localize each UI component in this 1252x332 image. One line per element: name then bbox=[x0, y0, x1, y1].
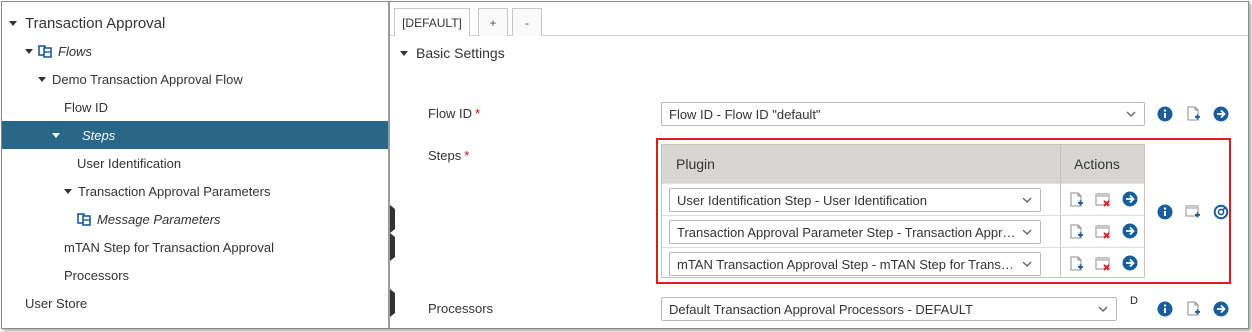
new-item-icon[interactable] bbox=[1185, 106, 1201, 122]
field-label-text: Processors bbox=[428, 301, 494, 316]
tree-item-flow-id[interactable]: Flow ID bbox=[2, 93, 388, 121]
table-row: User Identification Step - User Identifi… bbox=[662, 183, 1144, 215]
tree-item-demo-flow[interactable]: Demo Transaction Approval Flow bbox=[2, 65, 388, 93]
tree-item-label: Steps bbox=[82, 127, 116, 143]
tree-item-label: User Identification bbox=[77, 155, 182, 171]
navigate-arrow-icon[interactable] bbox=[1122, 223, 1138, 239]
select-value: User Identification Step - User Identifi… bbox=[677, 192, 928, 208]
tab-default[interactable]: [DEFAULT] bbox=[394, 8, 470, 36]
plus-icon: + bbox=[489, 15, 497, 30]
new-item-icon[interactable] bbox=[1068, 224, 1084, 240]
navigate-arrow-icon[interactable] bbox=[1122, 191, 1138, 207]
tree-item-transaction-approval[interactable]: Transaction Approval bbox=[2, 9, 388, 37]
tree-item-message-parameters[interactable]: Message Parameters bbox=[2, 205, 395, 233]
delete-icon[interactable] bbox=[1095, 224, 1111, 240]
processors-label: Processors bbox=[428, 301, 493, 316]
tree-item-mtan-step[interactable]: mTAN Step for Transaction Approval bbox=[2, 233, 395, 261]
expand-icon[interactable] bbox=[9, 20, 17, 26]
flow-folder-icon bbox=[77, 212, 91, 226]
default-indicator: D bbox=[1130, 295, 1138, 307]
select-value: Flow ID - Flow ID "default" bbox=[669, 106, 821, 122]
required-mark: * bbox=[464, 148, 470, 163]
field-label-text: Steps bbox=[428, 148, 462, 163]
table-header: Plugin Actions bbox=[662, 145, 1144, 183]
flow-folder-icon bbox=[38, 44, 52, 58]
steps-plugin-table: Plugin Actions User Identification Step … bbox=[661, 144, 1145, 278]
expand-icon[interactable] bbox=[52, 132, 60, 138]
tree-item-flows[interactable]: Flows bbox=[2, 37, 388, 65]
processors-select[interactable]: Default Transaction Approval Processors … bbox=[661, 297, 1117, 321]
tree-item-label: User Store bbox=[25, 295, 88, 311]
expand-icon[interactable] bbox=[38, 76, 46, 82]
add-tab-button[interactable]: + bbox=[478, 8, 508, 36]
tree-item-label: Demo Transaction Approval Flow bbox=[52, 71, 243, 87]
tree-item-label: Processors bbox=[64, 267, 130, 283]
info-icon[interactable] bbox=[1157, 106, 1173, 122]
tab-bar: [DEFAULT] + - bbox=[390, 2, 1248, 36]
tree-item-label: Transaction Approval Parameters bbox=[78, 183, 271, 199]
chevron-down-icon bbox=[1022, 228, 1032, 238]
select-value: Transaction Approval Parameter Step - Tr… bbox=[677, 224, 1040, 240]
new-item-icon[interactable] bbox=[1068, 192, 1084, 208]
column-header-actions: Actions bbox=[1074, 156, 1120, 172]
plugin-select[interactable]: User Identification Step - User Identifi… bbox=[669, 188, 1041, 212]
chevron-down-icon bbox=[1098, 305, 1108, 315]
reset-icon[interactable] bbox=[1213, 204, 1229, 220]
delete-icon[interactable] bbox=[1095, 256, 1111, 272]
settings-panel: [DEFAULT] + - Basic Settings Flow ID * Fl… bbox=[390, 2, 1248, 328]
plugin-select[interactable]: Transaction Approval Parameter Step - Tr… bbox=[669, 220, 1041, 244]
select-value: mTAN Transaction Approval Step - mTAN St… bbox=[677, 256, 1040, 272]
expand-icon[interactable] bbox=[400, 50, 408, 56]
field-label-text: Flow ID bbox=[428, 106, 473, 121]
new-item-icon[interactable] bbox=[1068, 256, 1084, 272]
tree-item-label: Message Parameters bbox=[97, 211, 221, 227]
navigation-tree: Transaction Approval Flows Demo Transact… bbox=[2, 2, 395, 328]
navigate-arrow-icon[interactable] bbox=[1122, 255, 1138, 271]
flow-id-select[interactable]: Flow ID - Flow ID "default" bbox=[661, 102, 1145, 126]
chevron-down-icon bbox=[1022, 260, 1032, 270]
required-mark: * bbox=[475, 106, 481, 121]
section-header-basic-settings[interactable]: Basic Settings bbox=[400, 45, 505, 61]
tree-item-transaction-approval-parameters[interactable]: Transaction Approval Parameters bbox=[2, 177, 388, 205]
tree-item-processors[interactable]: Processors bbox=[2, 261, 388, 289]
chevron-down-icon bbox=[1126, 110, 1136, 120]
table-row: Transaction Approval Parameter Step - Tr… bbox=[662, 215, 1144, 247]
add-row-icon[interactable] bbox=[1185, 204, 1201, 220]
steps-label: Steps * bbox=[428, 148, 469, 163]
select-value: Default Transaction Approval Processors … bbox=[669, 301, 973, 317]
info-icon[interactable] bbox=[1157, 301, 1173, 317]
delete-icon[interactable] bbox=[1095, 192, 1111, 208]
info-icon[interactable] bbox=[1157, 204, 1173, 220]
tree-item-label: Flows bbox=[58, 43, 92, 59]
tree-item-steps[interactable]: Steps bbox=[2, 121, 388, 149]
tree-item-user-store[interactable]: User Store bbox=[2, 289, 395, 317]
app-frame: Transaction Approval Flows Demo Transact… bbox=[1, 1, 1249, 329]
chevron-down-icon bbox=[1022, 196, 1032, 206]
tree-item-user-identification[interactable]: User Identification bbox=[2, 149, 388, 177]
navigate-arrow-icon[interactable] bbox=[1213, 301, 1229, 317]
tree-item-label: Transaction Approval bbox=[25, 14, 166, 32]
section-title: Basic Settings bbox=[416, 45, 505, 61]
navigate-arrow-icon[interactable] bbox=[1213, 106, 1229, 122]
new-item-icon[interactable] bbox=[1185, 301, 1201, 317]
tree-item-label: mTAN Step for Transaction Approval bbox=[64, 239, 275, 255]
table-row: mTAN Transaction Approval Step - mTAN St… bbox=[662, 247, 1144, 279]
remove-tab-button[interactable]: - bbox=[512, 8, 542, 36]
column-header-plugin: Plugin bbox=[676, 156, 715, 172]
minus-icon: - bbox=[525, 15, 529, 30]
tab-label: [DEFAULT] bbox=[402, 15, 462, 30]
expand-icon[interactable] bbox=[64, 188, 72, 194]
plugin-select[interactable]: mTAN Transaction Approval Step - mTAN St… bbox=[669, 252, 1041, 276]
flow-id-label: Flow ID * bbox=[428, 106, 480, 121]
expand-icon[interactable] bbox=[25, 48, 33, 54]
tree-item-label: Flow ID bbox=[64, 99, 109, 115]
